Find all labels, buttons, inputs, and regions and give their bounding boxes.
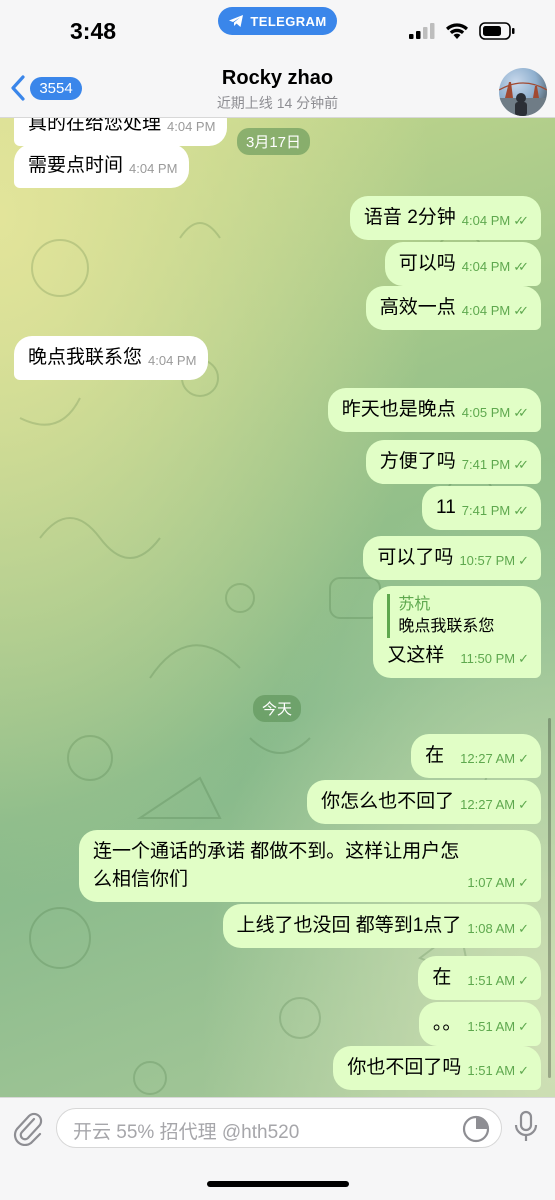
message-time: 4:04 PM [461, 303, 511, 318]
double-check-icon: ✓✓ [513, 503, 529, 518]
message-outgoing[interactable]: 11 7:41 PM ✓✓ [422, 486, 541, 530]
message-text: 又这样 [387, 645, 445, 666]
message-time: 7:41 PM [461, 457, 511, 472]
chat-title-area[interactable]: Rocky zhao 近期上线 14 分钟前 [0, 67, 555, 113]
message-text: 可以吗 [398, 253, 456, 274]
message-input[interactable]: 开云 55% 招代理 @hth520 [56, 1108, 502, 1148]
message-outgoing[interactable]: 在 1:51 AM ✓ [418, 956, 541, 1000]
message-outgoing[interactable]: 高效一点 4:04 PM ✓✓ [365, 286, 541, 330]
single-check-icon: ✓ [518, 797, 529, 812]
message-time: 1:51 AM [467, 973, 516, 988]
message-time: 1:07 AM [467, 875, 516, 890]
message-list[interactable]: 真的在给您处理 4:04 PM 3月17日 需要点时间 4:04 PM 语音 2分… [0, 118, 555, 1097]
single-check-icon: ✓ [518, 553, 529, 568]
double-check-icon: ✓✓ [513, 259, 529, 274]
message-time: 12:27 AM [460, 751, 516, 766]
message-time: 4:04 PM [167, 119, 216, 134]
date-separator: 今天 [253, 695, 302, 722]
message-time: 1:08 AM [467, 921, 516, 936]
message-time: 11:50 PM [460, 651, 516, 666]
single-check-icon: ✓ [518, 1019, 529, 1034]
message-text: 。。 [432, 1013, 462, 1034]
message-time: 1:51 AM [467, 1063, 516, 1078]
message-text-line-2: 么相信你们 [93, 869, 189, 890]
message-text: 上线了也没回 都等到1点了 [236, 915, 462, 936]
telegram-plane-icon [229, 15, 244, 27]
telegram-banner-label: TELEGRAM [250, 13, 327, 29]
chat-header: 3554 Rocky zhao 近期上线 14 分钟前 [0, 60, 555, 118]
message-outgoing[interactable]: 上线了也没回 都等到1点了 1:08 AM ✓ [222, 904, 541, 948]
message-text: 在 [425, 745, 445, 766]
message-time: 4:04 PM [129, 161, 178, 176]
battery-icon [479, 22, 515, 40]
reply-quote[interactable]: 苏杭 晚点我联系您 [387, 594, 494, 638]
date-separator: 3月17日 [237, 128, 311, 155]
message-incoming-partial[interactable]: 真的在给您处理 4:04 PM [14, 118, 228, 146]
avatar-photo [499, 82, 547, 116]
message-text: 方便了吗 [379, 451, 456, 472]
message-time: 4:05 PM [461, 405, 511, 420]
reply-text: 晚点我联系您 [398, 618, 495, 635]
status-icons [409, 22, 515, 40]
message-time: 4:04 PM [461, 213, 511, 228]
message-text: 真的在给您处理 [28, 118, 162, 134]
message-text: 你也不回了吗 [347, 1057, 462, 1078]
message-outgoing[interactable]: 可以了吗 10:57 PM ✓ [363, 536, 541, 580]
single-check-icon: ✓ [518, 651, 529, 666]
message-time: 10:57 PM [459, 553, 516, 568]
status-time: 3:48 [70, 18, 117, 44]
message-outgoing[interactable]: 语音 2分钟 4:04 PM ✓✓ [349, 196, 541, 240]
double-check-icon: ✓✓ [513, 213, 529, 228]
message-time: 4:04 PM [461, 259, 511, 274]
message-text: 语音 2分钟 [363, 207, 456, 228]
single-check-icon: ✓ [518, 875, 529, 890]
last-seen-status: 近期上线 14 分钟前 [216, 95, 339, 111]
message-outgoing[interactable]: 连一个通话的承诺 都做不到。这样让用户怎 么相信你们 1:07 AM ✓ [79, 830, 541, 902]
single-check-icon: ✓ [518, 973, 529, 988]
message-outgoing[interactable]: 方便了吗 7:41 PM ✓✓ [365, 440, 541, 484]
status-bar: 3:48 TELEGRAM [0, 0, 555, 60]
paperclip-icon[interactable] [12, 1110, 44, 1146]
contact-avatar[interactable] [499, 68, 547, 116]
message-text: 晚点我联系您 [28, 347, 143, 368]
message-text: 可以了吗 [377, 547, 454, 568]
message-outgoing[interactable]: 在 12:27 AM ✓ [411, 734, 541, 778]
chat-title: Rocky zhao [221, 67, 334, 89]
message-text: 需要点时间 [28, 155, 124, 176]
message-text: 昨天也是晚点 [341, 399, 456, 420]
message-text: 11 [436, 497, 456, 518]
double-check-icon: ✓✓ [513, 405, 529, 420]
message-time: 4:04 PM [148, 353, 197, 368]
message-time: 1:51 AM [467, 1019, 516, 1034]
message-text: 高效一点 [379, 297, 456, 318]
message-outgoing-reply[interactable]: 苏杭 晚点我联系您 又这样 11:50 PM ✓ [373, 586, 541, 678]
message-outgoing[interactable]: 你也不回了吗 1:51 AM ✓ [333, 1046, 541, 1090]
message-outgoing[interactable]: 。。 1:51 AM ✓ [418, 1002, 541, 1046]
double-check-icon: ✓✓ [513, 457, 529, 472]
cellular-signal-icon [409, 23, 435, 39]
message-text: 在 [432, 967, 452, 988]
message-time: 7:41 PM [461, 503, 511, 518]
message-outgoing[interactable]: 可以吗 4:04 PM ✓✓ [384, 242, 541, 286]
message-text: 你怎么也不回了 [321, 791, 455, 812]
message-incoming[interactable]: 需要点时间 4:04 PM [14, 144, 190, 188]
message-incoming[interactable]: 晚点我联系您 4:04 PM [14, 336, 209, 380]
message-outgoing[interactable]: 昨天也是晚点 4:05 PM ✓✓ [327, 388, 541, 432]
telegram-banner[interactable]: TELEGRAM [218, 7, 337, 35]
single-check-icon: ✓ [518, 751, 529, 766]
reply-author: 苏杭 [398, 596, 431, 613]
single-check-icon: ✓ [518, 921, 529, 936]
sticker-icon[interactable] [461, 1114, 491, 1144]
wifi-icon [446, 23, 468, 39]
single-check-icon: ✓ [518, 1063, 529, 1078]
microphone-icon[interactable] [513, 1110, 539, 1144]
message-text-line-1: 连一个通话的承诺 都做不到。这样让用户怎 [93, 841, 460, 862]
home-indicator[interactable] [207, 1181, 349, 1187]
message-time: 12:27 AM [460, 797, 516, 812]
double-check-icon: ✓✓ [513, 303, 529, 318]
scrollbar[interactable] [548, 718, 551, 1078]
message-outgoing[interactable]: 你怎么也不回了 12:27 AM ✓ [307, 780, 541, 824]
